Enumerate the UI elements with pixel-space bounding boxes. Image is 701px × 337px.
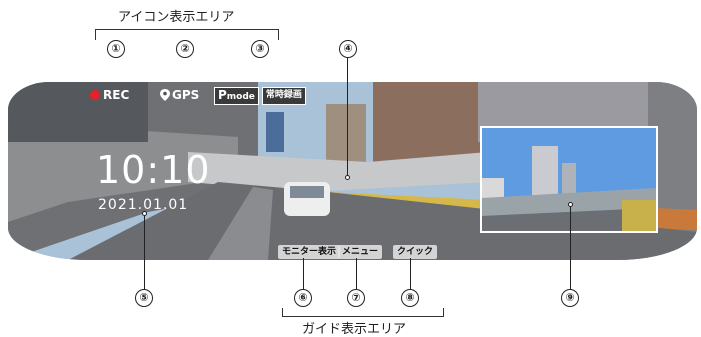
callout-8: ⑧ (401, 289, 419, 307)
parking-mode-badge: Pmode (214, 87, 259, 105)
leader-5 (144, 213, 145, 289)
callout-9: ⑨ (561, 289, 579, 307)
marker-4 (345, 175, 350, 180)
location-pin-icon (160, 89, 170, 101)
leader-4 (347, 58, 348, 178)
callout-6: ⑥ (294, 289, 312, 307)
rear-camera-view (482, 128, 656, 231)
record-dot-icon (90, 90, 100, 100)
callout-4: ④ (339, 40, 357, 58)
mode-indicators: Pmode 常時録画 (214, 87, 306, 105)
rear-camera-pip[interactable] (480, 126, 658, 233)
callout-5: ⑤ (135, 289, 153, 307)
callout-7: ⑦ (347, 289, 365, 307)
parking-mode-text: mode (226, 92, 255, 102)
callout-1: ① (107, 40, 125, 58)
mirror-screen: REC GPS Pmode 常時録画 10:10 2021.01.01 モニター… (8, 82, 697, 260)
callout-3: ③ (251, 40, 269, 58)
guide-area-title: ガイド表示エリア (302, 322, 407, 337)
menu-button[interactable]: メニュー (338, 245, 383, 259)
clock-time: 10:10 (96, 148, 211, 192)
gps-indicator: GPS (160, 88, 199, 102)
monitor-display-button[interactable]: モニター表示 (278, 245, 341, 259)
icon-area-title: アイコン表示エリア (118, 10, 235, 25)
icon-area-bracket (95, 29, 279, 40)
leader-9 (570, 204, 571, 289)
marker-5 (142, 211, 147, 216)
parking-mode-letter: P (218, 88, 227, 102)
leader-8 (410, 258, 411, 289)
rec-label: REC (103, 88, 130, 102)
record-mode-badge: 常時録画 (261, 87, 306, 105)
gps-label: GPS (172, 88, 200, 102)
leader-7 (356, 258, 357, 289)
quick-button[interactable]: クイック (393, 245, 438, 259)
rec-indicator: REC (90, 88, 129, 102)
leader-6 (303, 258, 304, 289)
marker-9 (568, 202, 573, 207)
callout-2: ② (176, 40, 194, 58)
guide-area-bracket (282, 308, 444, 317)
